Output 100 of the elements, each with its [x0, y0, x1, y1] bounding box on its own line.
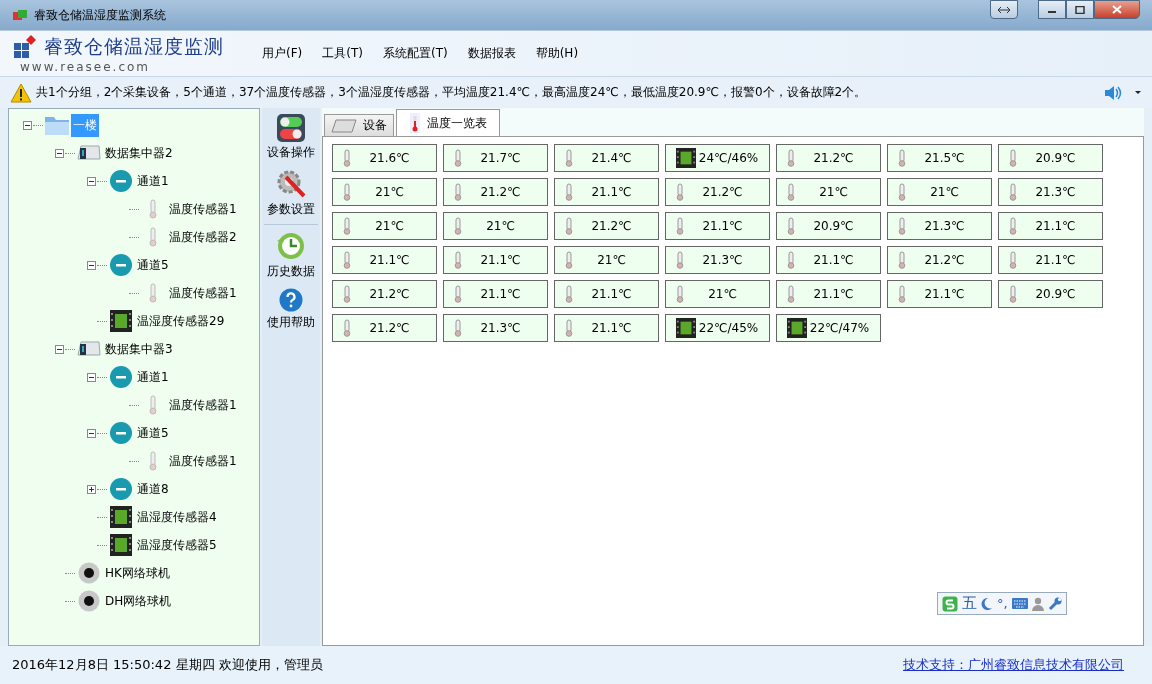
toolbar-button[interactable]: 参数设置 [267, 167, 315, 220]
tree-item[interactable]: 通道5 [135, 253, 171, 277]
reading-value: 22℃/45% [697, 321, 760, 335]
channel-icon [109, 169, 133, 193]
thermometer-icon [1009, 217, 1017, 235]
expand-icon[interactable] [87, 484, 96, 494]
tree-item[interactable]: 通道1 [135, 169, 171, 193]
warning-icon [10, 82, 32, 103]
toolbar-button[interactable]: 设备操作 [267, 112, 315, 163]
reading-value: 21.3℃ [923, 219, 966, 233]
collapse-icon[interactable] [23, 120, 32, 130]
tree-item[interactable]: 温度传感器2 [167, 225, 239, 249]
reading-value: 21℃ [374, 185, 405, 199]
thermometer-icon [343, 149, 351, 167]
tree-item[interactable]: 数据集中器3 [103, 337, 175, 361]
thermometer-icon [898, 251, 906, 269]
moon-icon[interactable] [981, 596, 993, 611]
collapse-icon[interactable] [87, 428, 96, 438]
sensor-module-icon [676, 318, 696, 338]
collapse-icon[interactable] [55, 148, 64, 158]
sensor-module-icon [110, 506, 132, 528]
tree-item[interactable]: 温湿度传感器5 [135, 533, 219, 557]
close-button[interactable] [1094, 0, 1140, 19]
thermometer-icon [565, 285, 573, 303]
thermometer-icon [454, 285, 462, 303]
collapse-icon[interactable] [87, 176, 96, 186]
input-mode-label[interactable]: 五 [962, 594, 977, 613]
menu-item[interactable]: 系统配置(T) [382, 45, 448, 62]
reading-value: 21.2℃ [368, 287, 411, 301]
tree-item[interactable]: 温度传感器1 [167, 449, 239, 473]
menu-item[interactable]: 用户(F) [262, 45, 303, 62]
reading-value: 21.2℃ [812, 151, 855, 165]
thermometer-icon [787, 285, 795, 303]
thermometer-icon [454, 319, 462, 337]
user-icon[interactable] [1031, 596, 1044, 611]
tab[interactable]: 设备 [324, 114, 394, 136]
wrench-icon[interactable] [1047, 596, 1062, 611]
logo-text: 睿致仓储温湿度监测 [44, 33, 224, 59]
collapse-icon[interactable] [87, 372, 96, 382]
tree-item[interactable]: DH网络球机 [103, 589, 174, 613]
tree-item[interactable]: 温度传感器1 [167, 393, 239, 417]
sensor-module-icon [787, 318, 807, 338]
input-method-logo-icon[interactable] [942, 595, 958, 612]
tree-item[interactable]: 通道8 [135, 477, 171, 501]
resize-button[interactable] [990, 0, 1018, 19]
thermometer-icon [787, 217, 795, 235]
reading-value: 21℃ [374, 219, 405, 233]
menu-item[interactable]: 工具(T) [322, 45, 363, 62]
menu-item[interactable]: 帮助(H) [535, 45, 579, 62]
menu-item[interactable]: 数据报表 [467, 45, 516, 62]
thermometer-icon [565, 217, 573, 235]
reading-value: 21.7℃ [479, 151, 522, 165]
tree-item[interactable]: 温度传感器1 [167, 281, 239, 305]
alert-message: 共1个分组，2个采集设备，5个通道，37个温度传感器，3个温湿度传感器，平均温度21.4℃，最高温度24℃，最低温度20.9℃，报警0个，设备故障2个。 [36, 84, 867, 101]
sensor-module-icon [110, 534, 132, 556]
tab[interactable]: 温度一览表 [396, 109, 500, 136]
thermometer-icon [676, 251, 684, 269]
reading-value: 21℃ [707, 287, 738, 301]
toolbar-button[interactable]: 使用帮助 [267, 286, 315, 333]
reading-value: 21.1℃ [701, 219, 744, 233]
reading-value: 21.1℃ [368, 253, 411, 267]
reading-value: 21.2℃ [368, 321, 411, 335]
reading-value: 22℃/47% [808, 321, 871, 335]
folder-icon [44, 114, 70, 136]
reading-value: 21.1℃ [479, 287, 522, 301]
collapse-icon[interactable] [87, 260, 96, 270]
gear-screwdriver-icon [276, 169, 306, 199]
tree-item[interactable]: 通道1 [135, 365, 171, 389]
dropdown-caret-icon[interactable] [1134, 90, 1142, 95]
channel-icon [109, 421, 133, 445]
punctuation-label[interactable]: °, [997, 596, 1008, 611]
thermometer-icon [565, 149, 573, 167]
keyboard-icon[interactable] [1011, 598, 1028, 609]
thermometer-icon [1009, 183, 1017, 201]
thermometer-icon [149, 451, 157, 471]
tree-item[interactable]: 通道5 [135, 421, 171, 445]
thermometer-icon [454, 149, 462, 167]
toolbar-button[interactable]: 历史数据 [267, 229, 315, 282]
tree-item[interactable]: 温度传感器1 [167, 197, 239, 221]
maximize-button[interactable] [1066, 0, 1094, 19]
thermometer-icon [343, 217, 351, 235]
speaker-icon[interactable] [1104, 84, 1122, 101]
window-title: 睿致仓储温湿度监测系统 [34, 6, 166, 24]
sensor-module-icon [676, 148, 696, 168]
collapse-icon[interactable] [55, 344, 64, 354]
reading-value: 21℃ [818, 185, 849, 199]
tree-item[interactable]: 数据集中器2 [103, 141, 175, 165]
camera-icon [78, 590, 100, 612]
tree-item[interactable]: HK网络球机 [103, 561, 172, 585]
reading-value: 20.9℃ [812, 219, 855, 233]
thermometer-icon [454, 183, 462, 201]
support-link[interactable]: 技术支持：广州睿致信息技术有限公司 [903, 656, 1124, 674]
reading-value: 21.2℃ [923, 253, 966, 267]
tree-item[interactable]: 温湿度传感器4 [135, 505, 219, 529]
minimize-button[interactable] [1038, 0, 1066, 19]
thermometer-icon [565, 251, 573, 269]
device-icon [77, 340, 101, 358]
tree-item[interactable]: 温湿度传感器29 [135, 309, 227, 333]
reading-value: 21.1℃ [590, 185, 633, 199]
thermometer-icon [343, 319, 351, 337]
